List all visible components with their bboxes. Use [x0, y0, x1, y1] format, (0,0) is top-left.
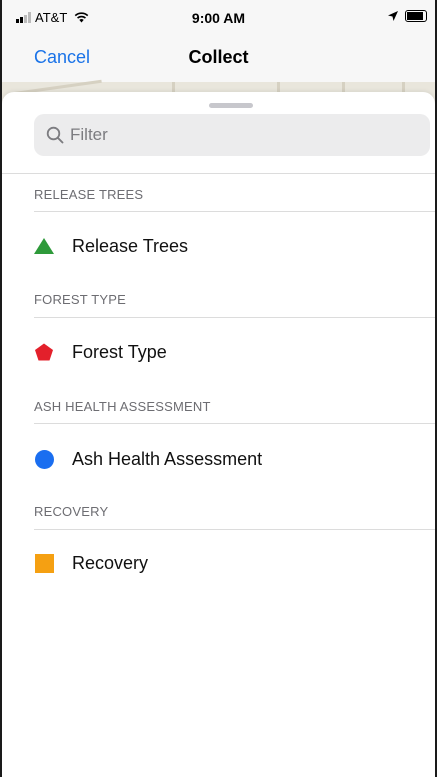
template-label: Release Trees	[72, 235, 189, 256]
template-label: Recovery	[72, 552, 149, 573]
red-pentagon-icon	[34, 342, 54, 362]
orange-square-icon	[34, 553, 54, 573]
divider	[2, 173, 435, 174]
nav-bar: Cancel Collect	[2, 34, 435, 82]
battery-icon	[405, 10, 427, 22]
divider	[34, 529, 435, 530]
divider	[34, 423, 435, 424]
section-header-ash-health-assessment: ASH HEALTH ASSESSMENT	[34, 399, 211, 414]
filter-input[interactable]	[70, 125, 410, 145]
battery-fill	[407, 12, 424, 20]
template-row-recovery[interactable]: Recovery	[34, 543, 435, 583]
divider	[34, 211, 435, 212]
blue-circle-icon	[34, 449, 54, 469]
template-picker-sheet: RELEASE TREES Release Trees FOREST TYPE …	[2, 92, 435, 777]
filter-field[interactable]	[34, 114, 430, 156]
location-arrow-icon	[388, 11, 398, 21]
template-row-ash-health-assessment[interactable]: Ash Health Assessment	[34, 439, 435, 479]
section-header-forest-type: FOREST TYPE	[34, 292, 127, 307]
divider	[34, 317, 435, 318]
section-header-release-trees: RELEASE TREES	[34, 187, 144, 202]
search-icon	[46, 126, 64, 144]
status-bar: AT&T 9:00 AM	[2, 0, 435, 34]
template-label: Forest Type	[72, 341, 167, 362]
section-header-recovery: RECOVERY	[34, 504, 109, 519]
status-time: 9:00 AM	[191, 10, 246, 26]
template-row-release-trees[interactable]: Release Trees	[34, 226, 435, 266]
cancel-button[interactable]: Cancel	[34, 47, 90, 68]
sheet-grabber[interactable]	[209, 103, 253, 108]
status-right	[387, 10, 427, 22]
template-row-forest-type[interactable]: Forest Type	[34, 332, 435, 372]
collect-screen: AT&T 9:00 AM Cancel Collect Filter RELEA…	[0, 0, 437, 777]
green-triangle-icon	[34, 236, 54, 256]
template-label: Ash Health Assessment	[72, 448, 263, 469]
